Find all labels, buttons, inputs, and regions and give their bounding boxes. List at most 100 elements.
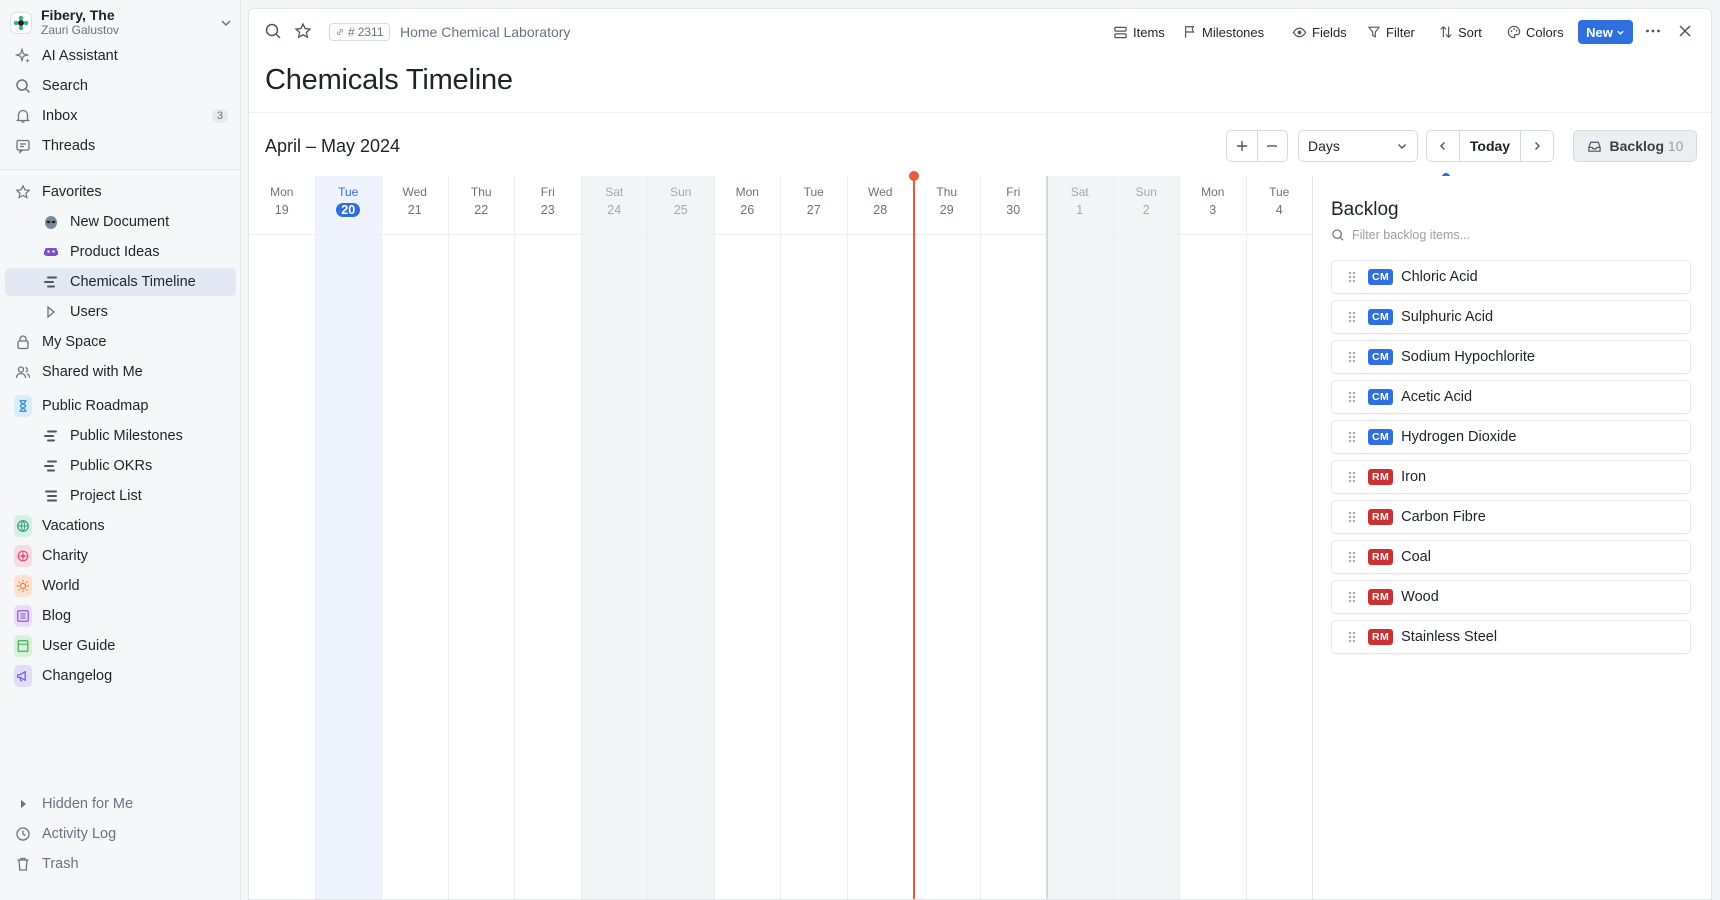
day-column[interactable]: Mon 3 — [1180, 176, 1247, 899]
sidebar-item-charity[interactable]: Charity — [5, 542, 236, 570]
sidebar-item-new-document[interactable]: New Document — [5, 208, 236, 236]
day-column-today[interactable]: Tue 20 — [315, 176, 382, 899]
backlog-item[interactable]: CM Sodium Hypochlorite — [1331, 340, 1691, 374]
sidebar-item-public-roadmap[interactable]: Public Roadmap — [5, 392, 236, 420]
sidebar-item-my-space[interactable]: My Space — [5, 328, 236, 356]
day-column[interactable]: Wed 28 — [847, 176, 914, 899]
backlog-item[interactable]: RM Carbon Fibre — [1331, 500, 1691, 534]
sidebar-item-user-guide[interactable]: User Guide — [5, 632, 236, 660]
zoom-controls — [1226, 130, 1288, 162]
drag-handle-icon[interactable] — [1346, 430, 1358, 444]
items-button[interactable]: Items — [1113, 22, 1165, 42]
day-column[interactable]: Fri 30 — [980, 176, 1047, 899]
prev-button[interactable] — [1427, 131, 1459, 161]
backlog-item-name: Sulphuric Acid — [1401, 309, 1494, 325]
day-header: Fri 30 — [980, 176, 1046, 235]
backlog-toggle-button[interactable]: Backlog 10 — [1573, 130, 1697, 162]
sidebar-item-chemicals-timeline[interactable]: Chemicals Timeline — [5, 268, 236, 296]
new-button[interactable]: New — [1578, 20, 1633, 44]
day-date: 29 — [939, 203, 954, 217]
backlog-item[interactable]: CM Chloric Acid — [1331, 260, 1691, 294]
sidebar-item-project-list[interactable]: Project List — [5, 482, 236, 510]
workspace-switcher[interactable]: Fibery, The Zauri Galustov — [8, 6, 234, 40]
day-column[interactable]: Thu 29 — [914, 176, 981, 899]
day-header: Sun 2 — [1113, 176, 1179, 235]
drag-handle-icon[interactable] — [1346, 310, 1358, 324]
sidebar-item-activity-log[interactable]: Activity Log — [5, 820, 236, 848]
sort-button[interactable]: Sort — [1439, 22, 1482, 42]
star-icon[interactable] — [294, 22, 312, 40]
sidebar-item-ai-assistant[interactable]: AI Assistant — [5, 42, 236, 70]
sidebar-item-hidden-for-me[interactable]: Hidden for Me — [5, 790, 236, 818]
sidebar-item-changelog[interactable]: Changelog — [5, 662, 236, 690]
backlog-item[interactable]: RM Stainless Steel — [1331, 620, 1691, 654]
day-column[interactable]: Mon 19 — [249, 176, 316, 899]
drag-handle-icon[interactable] — [1346, 590, 1358, 604]
sidebar-item-favorites[interactable]: Favorites — [5, 178, 236, 206]
fields-button[interactable]: Fields — [1292, 22, 1347, 42]
day-column[interactable]: Thu 22 — [448, 176, 515, 899]
sidebar-item-public-okrs[interactable]: Public OKRs — [5, 452, 236, 480]
day-column[interactable]: Tue 27 — [781, 176, 848, 899]
zoom-out-button[interactable] — [1256, 131, 1288, 161]
day-column[interactable]: Sat 1 — [1047, 176, 1114, 899]
breadcrumb[interactable]: Home Chemical Laboratory — [400, 24, 570, 40]
day-column[interactable]: Sat 24 — [581, 176, 648, 899]
sidebar-item-inbox[interactable]: Inbox 3 — [5, 102, 236, 130]
drag-handle-icon[interactable] — [1346, 630, 1358, 644]
type-badge: CM — [1368, 309, 1394, 325]
search-icon[interactable] — [264, 22, 282, 40]
page-title[interactable]: Chemicals Timeline — [265, 64, 513, 97]
backlog-item[interactable]: CM Hydrogen Dioxide — [1331, 420, 1691, 454]
entity-id-pill[interactable]: #2311 — [329, 23, 390, 41]
day-column[interactable]: Tue 4 — [1246, 176, 1313, 899]
zoom-in-button[interactable] — [1227, 131, 1257, 161]
sidebar-item-blog[interactable]: Blog — [5, 602, 236, 630]
sidebar-item-label: Project List — [70, 488, 142, 504]
sidebar-item-product-ideas[interactable]: Product Ideas — [5, 238, 236, 266]
day-column[interactable]: Sun 2 — [1113, 176, 1180, 899]
timeline-grid[interactable]: Mon 19 Tue 20 Wed 21 Thu 22 Fri 23 Sat 24 Sun 25 Mon 26… — [249, 171, 1313, 899]
type-badge: RM — [1368, 629, 1394, 645]
drag-handle-icon[interactable] — [1346, 390, 1358, 404]
close-icon[interactable] — [1676, 22, 1694, 40]
sidebar-item-users[interactable]: Users — [5, 298, 236, 326]
milestones-button[interactable]: Milestones — [1183, 22, 1264, 42]
sidebar-item-shared-with-me[interactable]: Shared with Me — [5, 358, 236, 386]
main-panel: #2311 Home Chemical Laboratory Items Mil… — [248, 8, 1712, 900]
sidebar-item-world[interactable]: World — [5, 572, 236, 600]
lock-icon — [14, 333, 32, 351]
backlog-item[interactable]: CM Sulphuric Acid — [1331, 300, 1691, 334]
sidebar-item-search[interactable]: Search — [5, 72, 236, 100]
today-button[interactable]: Today — [1459, 131, 1521, 161]
day-column[interactable]: Mon 26 — [714, 176, 781, 899]
day-column[interactable]: Sun 25 — [648, 176, 715, 899]
backlog-item[interactable]: RM Coal — [1331, 540, 1691, 574]
hourglass-icon — [14, 395, 32, 417]
type-badge: RM — [1368, 509, 1394, 525]
month-separator — [1046, 176, 1048, 899]
drag-handle-icon[interactable] — [1346, 510, 1358, 524]
drag-handle-icon[interactable] — [1346, 550, 1358, 564]
sidebar-item-vacations[interactable]: Vacations — [5, 512, 236, 540]
day-column[interactable]: Fri 23 — [515, 176, 582, 899]
sidebar-item-threads[interactable]: Threads — [5, 132, 236, 160]
day-date: 2 — [1142, 203, 1150, 217]
backlog-item[interactable]: RM Wood — [1331, 580, 1691, 614]
next-button[interactable] — [1521, 131, 1553, 161]
colors-button[interactable]: Colors — [1507, 22, 1564, 42]
backlog-item[interactable]: RM Iron — [1331, 460, 1691, 494]
day-column[interactable]: Wed 21 — [382, 176, 449, 899]
drag-handle-icon[interactable] — [1346, 350, 1358, 364]
filter-button[interactable]: Filter — [1367, 22, 1415, 42]
backlog-item[interactable]: CM Acetic Acid — [1331, 380, 1691, 414]
drag-handle-icon[interactable] — [1346, 470, 1358, 484]
scale-select[interactable]: Days — [1298, 130, 1418, 162]
more-icon[interactable] — [1644, 22, 1662, 40]
backlog-filter-input[interactable]: Filter backlog items... — [1331, 224, 1691, 246]
eye-icon — [1292, 27, 1307, 37]
type-badge: RM — [1368, 469, 1394, 485]
sidebar-item-public-milestones[interactable]: Public Milestones — [5, 422, 236, 450]
sidebar-item-trash[interactable]: Trash — [5, 850, 236, 878]
drag-handle-icon[interactable] — [1346, 270, 1358, 284]
